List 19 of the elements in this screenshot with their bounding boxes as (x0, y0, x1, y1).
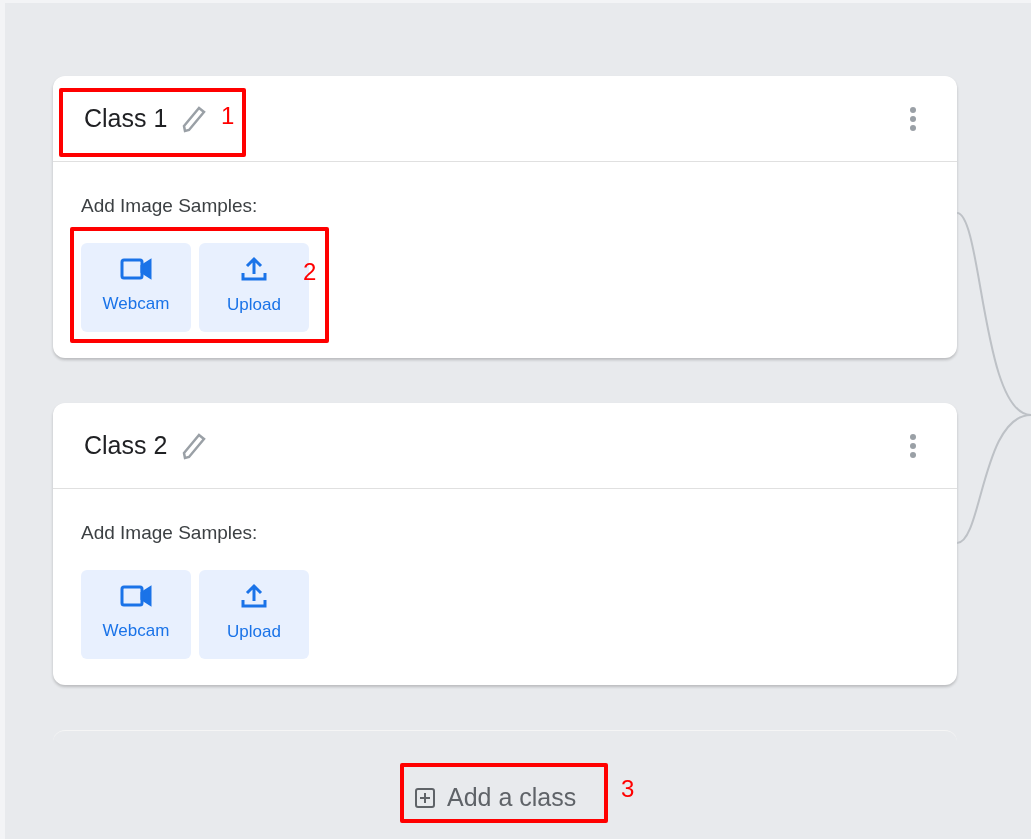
class-title[interactable]: Class 2 (84, 426, 168, 465)
pencil-icon[interactable] (181, 431, 208, 460)
annotation-number: 3 (621, 777, 635, 801)
upload-icon (241, 256, 267, 283)
more-vert-icon[interactable] (909, 432, 917, 459)
samples-label: Add Image Samples: (81, 194, 259, 218)
video-camera-icon (120, 584, 152, 609)
video-camera-icon (120, 257, 152, 282)
samples-label: Add Image Samples: (81, 521, 259, 545)
webcam-button[interactable]: Webcam (81, 569, 191, 659)
webcam-button[interactable]: Webcam (81, 242, 191, 332)
pencil-icon[interactable] (181, 104, 208, 133)
annotation-number: 1 (221, 104, 235, 128)
add-box-icon (415, 787, 435, 808)
upload-icon (241, 583, 267, 610)
class-title[interactable]: Class 1 (84, 99, 168, 138)
add-class-button[interactable]: Add a class (400, 773, 592, 823)
more-vert-icon[interactable] (909, 105, 917, 132)
upload-button[interactable]: Upload (199, 569, 309, 659)
